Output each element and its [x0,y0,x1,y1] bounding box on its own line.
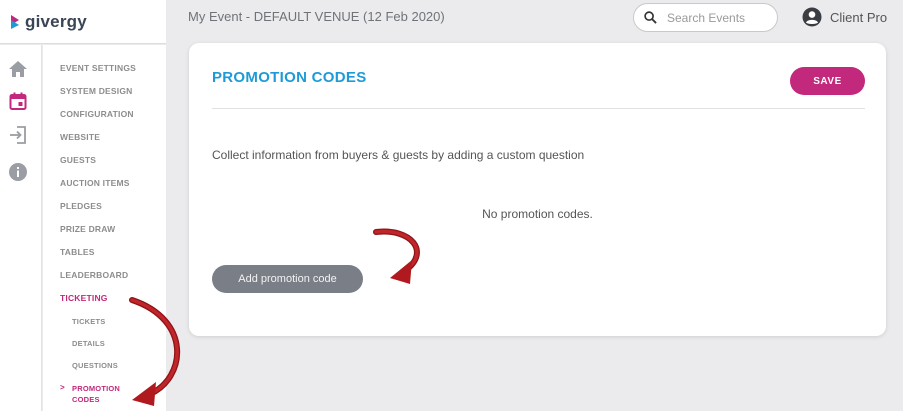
calendar-icon[interactable] [8,91,28,111]
menu-item-system-design[interactable]: SYSTEM DESIGN [60,86,133,96]
submenu-item-promotion-codes[interactable]: PROMOTION CODES [72,383,136,405]
section-menu: EVENT SETTINGS SYSTEM DESIGN CONFIGURATI… [43,45,166,411]
search-box[interactable] [633,3,778,32]
divider [212,108,865,109]
card-description: Collect information from buyers & guests… [212,148,585,162]
menu-item-leaderboard[interactable]: LEADERBOARD [60,270,128,280]
user-name: Client Pro [830,9,888,25]
search-icon [644,11,657,24]
menu-item-ticketing[interactable]: TICKETING [60,293,108,303]
event-title: My Event - DEFAULT VENUE (12 Feb 2020) [188,9,445,24]
user-circle-icon [802,7,822,27]
icon-rail [0,45,42,411]
user-menu[interactable]: Client Pro [802,7,887,27]
menu-item-website[interactable]: WEBSITE [60,132,100,142]
logo-text: givergy [25,11,87,31]
submenu-item-questions[interactable]: QUESTIONS [72,361,118,370]
promotion-codes-card: PROMOTION CODES SAVE Collect information… [189,43,886,336]
menu-item-tables[interactable]: TABLES [60,247,95,257]
info-icon[interactable] [8,162,28,182]
save-button[interactable]: SAVE [790,67,865,95]
empty-state-message: No promotion codes. [482,207,593,221]
submenu-item-tickets[interactable]: TICKETS [72,317,105,326]
menu-item-prize-draw[interactable]: PRIZE DRAW [60,224,115,234]
add-promotion-code-button[interactable]: Add promotion code [212,265,363,293]
search-input[interactable] [667,10,777,25]
logo[interactable]: givergy [0,0,166,44]
menu-item-configuration[interactable]: CONFIGURATION [60,109,134,119]
menu-item-auction-items[interactable]: AUCTION ITEMS [60,178,130,188]
menu-item-pledges[interactable]: PLEDGES [60,201,102,211]
menu-item-event-settings[interactable]: EVENT SETTINGS [60,63,136,73]
givergy-logo-icon [11,14,19,29]
page-title: PROMOTION CODES [212,69,367,86]
chevron-right-icon: > [60,383,65,392]
home-icon[interactable] [8,59,28,79]
submenu-item-details[interactable]: DETAILS [72,339,105,348]
menu-item-guests[interactable]: GUESTS [60,155,96,165]
login-icon[interactable] [8,125,28,145]
